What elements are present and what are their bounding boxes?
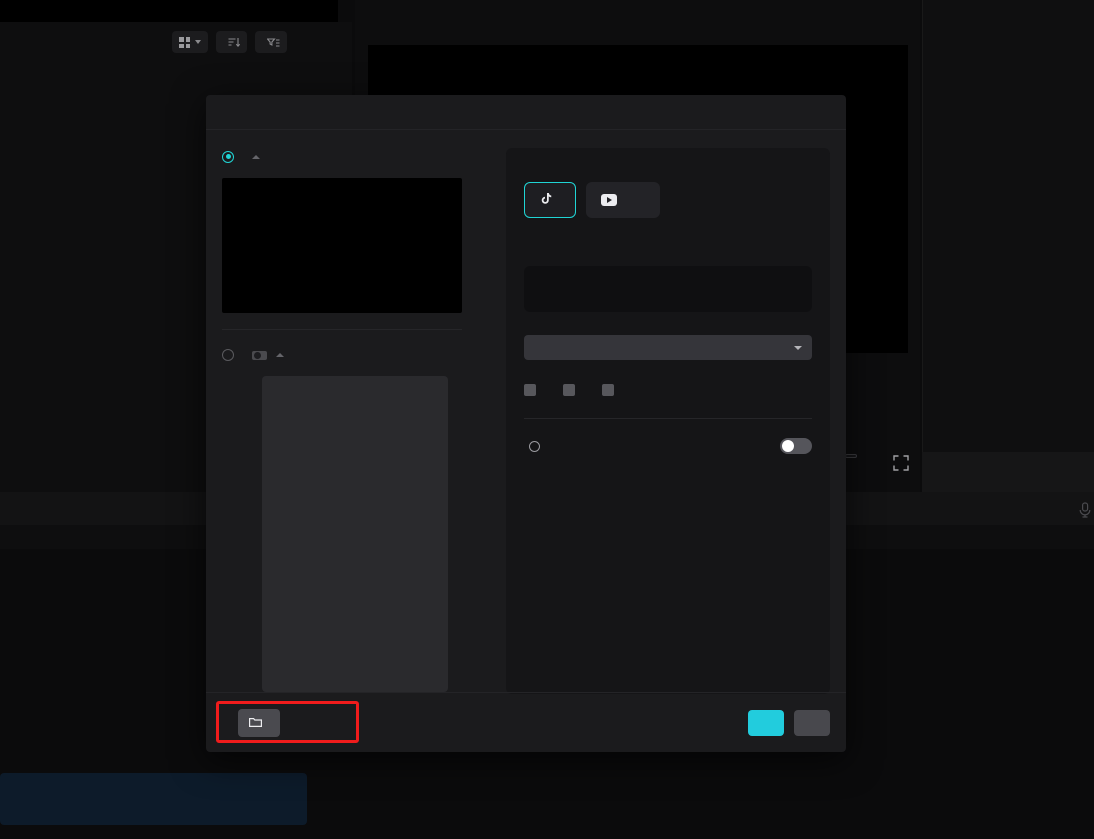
grid-icon [179,36,190,48]
preview-divider [222,329,462,331]
dialog-header [206,95,846,130]
free-badge [252,350,267,360]
ratio-option-original[interactable] [222,148,488,166]
dialog-body [206,130,846,694]
player-ratio-chip[interactable] [845,454,857,458]
media-toolbar [172,31,287,53]
tiktok-icon [541,193,552,204]
grid-view-button[interactable] [172,31,208,53]
preview-9-16-ratio [262,375,448,693]
ratio-option-vertical[interactable] [222,346,488,364]
checkbox-duet[interactable] [563,384,581,396]
sort-icon [228,37,240,47]
media-panel-top-strip [0,0,338,22]
export-dialog [206,95,846,752]
youtube-icon [601,194,617,206]
allow-checkbox-group [524,384,812,396]
toggle-knob [782,440,794,452]
caret-up-icon[interactable] [252,154,260,159]
platform-youtube-button[interactable] [586,182,660,218]
platform-tiktok-button[interactable] [524,182,576,218]
microphone-icon[interactable] [1078,502,1092,518]
properties-list [930,0,1094,162]
preview-column [222,148,488,693]
fullscreen-icon[interactable] [892,454,910,472]
footer-actions [748,709,830,736]
cancel-button[interactable] [794,709,830,736]
audio-waveform [0,775,307,821]
caret-up-icon[interactable] [276,353,284,357]
copyright-toggle[interactable] [780,438,812,454]
copyright-check-row [524,438,812,454]
checkbox-box[interactable] [563,384,575,396]
privacy-select[interactable] [524,335,812,360]
folder-icon [249,718,262,727]
checkbox-comment[interactable] [524,384,542,396]
properties-footer [922,452,1094,492]
dialog-footer [206,692,846,752]
copyright-label [524,440,540,452]
audio-track-clip[interactable] [0,773,307,825]
title-input[interactable] [524,266,812,312]
share-button[interactable] [748,709,784,736]
badge-dot-icon [254,351,261,359]
help-icon[interactable] [529,440,540,452]
app-root [0,0,1094,839]
checkbox-box[interactable] [602,384,614,396]
filter-button[interactable] [255,31,287,53]
chevron-down-icon [794,345,802,350]
preview-original-ratio [222,177,462,314]
sort-button[interactable] [216,31,247,53]
filter-icon [267,37,280,47]
share-panel [506,148,830,694]
checkbox-box[interactable] [524,384,536,396]
open-folder-button[interactable] [238,708,280,737]
radio-9-16-ratio[interactable] [222,349,234,361]
checkbox-stitch[interactable] [602,384,620,396]
chevron-down-icon [195,40,201,44]
radio-original-ratio[interactable] [222,150,234,163]
platform-buttons [524,182,812,218]
section-divider [524,418,812,419]
